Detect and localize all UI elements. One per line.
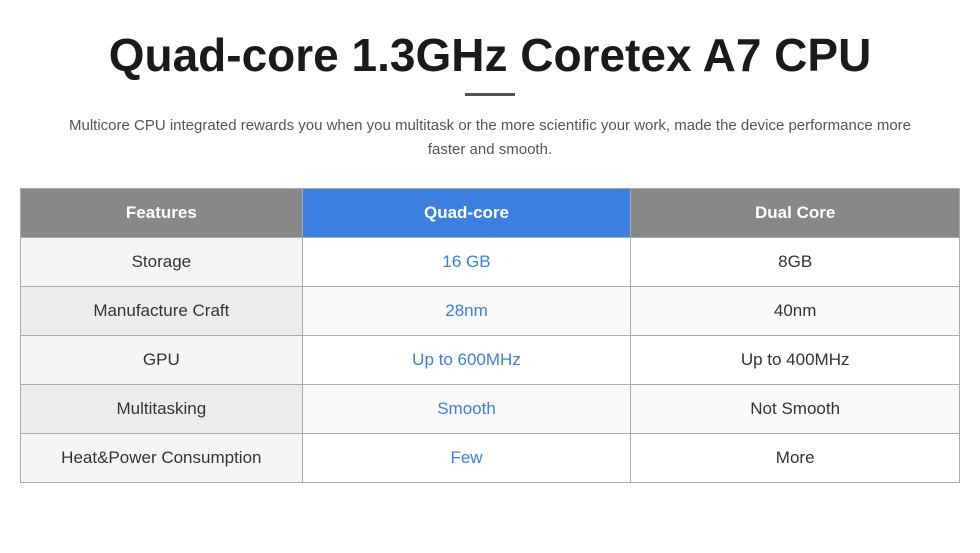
feature-label: Storage [21, 237, 303, 286]
feature-label: GPU [21, 335, 303, 384]
page-subtitle: Multicore CPU integrated rewards you whe… [60, 114, 920, 162]
feature-label: Manufacture Craft [21, 286, 303, 335]
dual-value: Not Smooth [631, 384, 960, 433]
dual-value: 8GB [631, 237, 960, 286]
feature-label: Heat&Power Consumption [21, 433, 303, 482]
table-row: Manufacture Craft28nm40nm [21, 286, 960, 335]
table-header-row: Features Quad-core Dual Core [21, 188, 960, 237]
comparison-table: Features Quad-core Dual Core Storage16 G… [20, 188, 960, 483]
dual-value: 40nm [631, 286, 960, 335]
table-row: Storage16 GB8GB [21, 237, 960, 286]
feature-label: Multitasking [21, 384, 303, 433]
page-title: Quad-core 1.3GHz Coretex A7 CPU [109, 30, 872, 81]
title-divider [465, 93, 515, 96]
quad-value: Up to 600MHz [302, 335, 631, 384]
table-row: Heat&Power ConsumptionFewMore [21, 433, 960, 482]
table-row: MultitaskingSmoothNot Smooth [21, 384, 960, 433]
dual-value: More [631, 433, 960, 482]
quad-value: Smooth [302, 384, 631, 433]
dual-value: Up to 400MHz [631, 335, 960, 384]
quad-value: 16 GB [302, 237, 631, 286]
header-dual: Dual Core [631, 188, 960, 237]
table-row: GPUUp to 600MHzUp to 400MHz [21, 335, 960, 384]
header-quad: Quad-core [302, 188, 631, 237]
quad-value: Few [302, 433, 631, 482]
quad-value: 28nm [302, 286, 631, 335]
header-features: Features [21, 188, 303, 237]
